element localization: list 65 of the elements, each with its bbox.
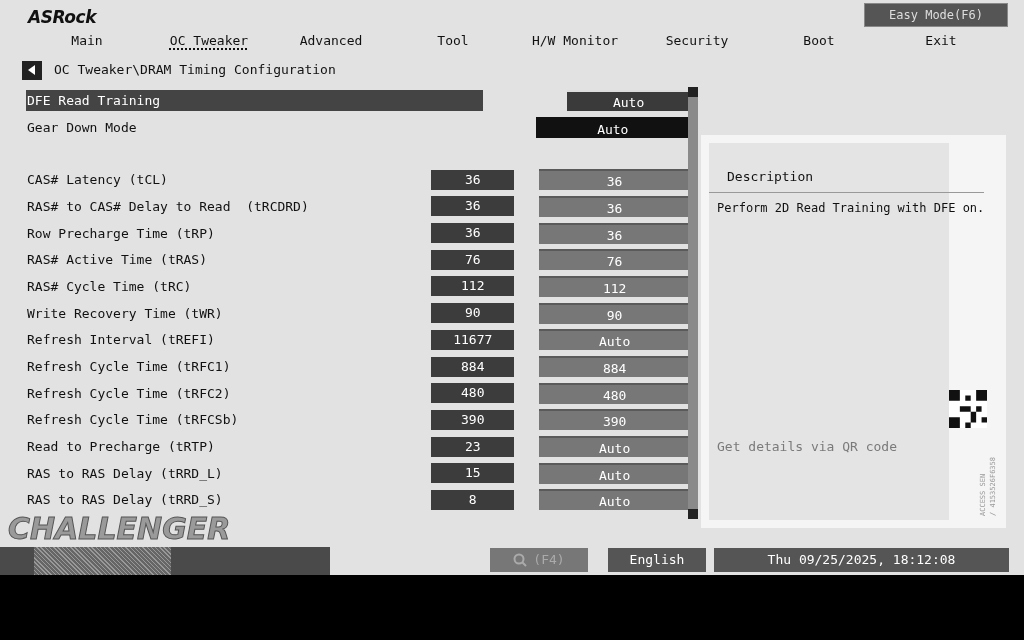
current-value: 90 — [431, 303, 515, 324]
setting-label[interactable]: RAS# Active Time (tRAS) — [26, 249, 208, 271]
description-text: Perform 2D Read Training with DFE on. — [717, 199, 985, 217]
menu-tab[interactable]: OC Tweaker — [148, 30, 270, 50]
brand-logo: ASRock — [28, 6, 97, 29]
menu-tab[interactable]: Security — [636, 30, 758, 50]
setting-label[interactable]: RAS to RAS Delay (tRRD_S) — [26, 489, 224, 511]
value-field[interactable]: 36 — [539, 169, 690, 191]
setting-label[interactable]: RAS# to CAS# Delay to Read (tRCDRD) — [26, 195, 310, 217]
breadcrumb: OC Tweaker\DRAM Timing Configuration — [54, 61, 336, 80]
value-field[interactable]: 480 — [539, 382, 690, 404]
current-value: 15 — [431, 463, 515, 484]
current-value: 112 — [431, 276, 515, 297]
current-value: 8 — [431, 489, 515, 510]
value-field[interactable]: Auto — [539, 436, 690, 458]
current-value: 11677 — [431, 329, 515, 350]
menu-tab[interactable]: Advanced — [270, 30, 392, 50]
setting-label[interactable]: Refresh Cycle Time (tRFCSb) — [26, 409, 240, 431]
setting-label[interactable]: Gear Down Mode — [26, 116, 138, 138]
scrollbar[interactable] — [688, 87, 698, 519]
value-field[interactable]: 884 — [539, 356, 690, 378]
date-time: Thu 09/25/2025, 18:12:08 — [714, 548, 1009, 572]
value-field[interactable]: Auto — [539, 489, 690, 511]
current-value: 390 — [431, 409, 515, 430]
current-value: 36 — [431, 169, 515, 190]
setting-label[interactable]: RAS to RAS Delay (tRRD_L) — [26, 462, 224, 484]
setting-label[interactable]: Refresh Cycle Time (tRFC2) — [26, 382, 232, 404]
value-field[interactable]: 76 — [539, 249, 690, 271]
current-value: 36 — [431, 196, 515, 217]
easy-mode-button[interactable]: Easy Mode(F6) — [864, 3, 1008, 27]
value-field[interactable]: 112 — [539, 275, 690, 297]
menu-tab[interactable]: H/W Monitor — [514, 30, 636, 50]
value-field[interactable]: Auto — [539, 462, 690, 484]
value-field[interactable]: 90 — [539, 302, 690, 324]
value-field[interactable]: 36 — [539, 222, 690, 244]
language-button[interactable]: English — [608, 548, 706, 572]
setting-label[interactable]: Refresh Interval (tREFI) — [26, 329, 216, 351]
value-field[interactable]: 390 — [539, 409, 690, 431]
menu-tab[interactable]: Tool — [392, 30, 514, 50]
board-logo: CHALLENGER — [8, 511, 232, 547]
back-arrow-icon — [28, 65, 36, 75]
qr-code-icon — [949, 390, 987, 428]
current-value: 76 — [431, 249, 515, 270]
setting-label[interactable]: Read to Precharge (tRTP) — [26, 436, 216, 458]
current-value: 23 — [431, 436, 515, 457]
option-dropdown[interactable]: Auto — [567, 89, 690, 111]
setting-label[interactable]: CAS# Latency (tCL) — [26, 169, 169, 191]
description-title: Description — [727, 168, 815, 186]
setting-label[interactable]: RAS# Cycle Time (tRC) — [26, 275, 193, 297]
value-field[interactable]: Auto — [539, 329, 690, 351]
menu-tab[interactable]: Exit — [880, 30, 1002, 50]
current-value: 480 — [431, 383, 515, 404]
back-button[interactable] — [22, 60, 42, 80]
setting-label[interactable]: Refresh Cycle Time (tRFC1) — [26, 356, 232, 378]
option-dropdown[interactable]: Auto — [535, 116, 690, 138]
search-icon — [513, 553, 528, 567]
setting-label[interactable]: DFE Read Training — [26, 89, 483, 111]
menu-tab[interactable]: Main — [26, 30, 148, 50]
setting-label[interactable]: Write Recovery Time (tWR) — [26, 302, 224, 324]
value-field[interactable]: 36 — [539, 195, 690, 217]
current-value: 884 — [431, 356, 515, 377]
menu-tab[interactable]: Boot — [758, 30, 880, 50]
setting-label[interactable]: Row Precharge Time (tRP) — [26, 222, 216, 244]
qr-hint: Get details via QR code — [717, 437, 897, 456]
current-value: 36 — [431, 223, 515, 244]
